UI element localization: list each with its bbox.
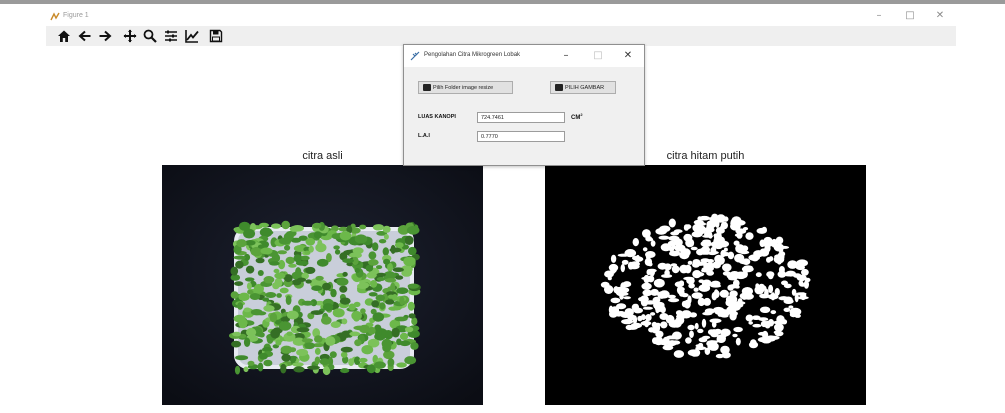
configure-subplots-button[interactable] (163, 28, 179, 44)
close-button[interactable]: ✕ (931, 9, 949, 23)
canopy-area-label: LUAS KANOPI (418, 114, 456, 120)
forward-button[interactable] (97, 28, 113, 44)
forward-arrow-icon (99, 30, 112, 42)
zoom-button[interactable] (142, 28, 158, 44)
top-border (0, 0, 1005, 4)
home-button[interactable] (56, 28, 72, 44)
save-button[interactable] (208, 28, 224, 44)
tk-feather-icon (410, 51, 420, 61)
canopy-area-field[interactable]: 724.7461 (477, 112, 565, 123)
subplots-config-icon (165, 30, 177, 42)
choose-image-label: PILIH GAMBAR (565, 84, 605, 91)
canopy-area-unit: CM2 (571, 112, 583, 121)
dialog-close-button[interactable]: ✕ (621, 49, 635, 63)
choose-image-button[interactable]: PILIH GAMBAR (550, 81, 616, 94)
back-arrow-icon (78, 30, 91, 42)
image-icon (555, 84, 563, 91)
dialog-title: Pengolahan Citra Mikrogreen Lobak (424, 52, 521, 58)
edit-axes-button[interactable] (184, 28, 200, 44)
back-button[interactable] (77, 28, 93, 44)
maximize-button[interactable]: □ (901, 9, 919, 23)
original-image (162, 165, 483, 405)
matplotlib-app-icon (50, 12, 60, 21)
home-icon (58, 30, 70, 42)
dialog-maximize-button[interactable]: □ (591, 49, 605, 63)
pan-button[interactable] (122, 28, 138, 44)
save-icon (209, 29, 223, 43)
lai-field[interactable]: 0.7770 (477, 131, 565, 142)
figure-title: Figure 1 (63, 12, 89, 19)
pan-icon (123, 29, 137, 43)
figure-titlebar: Figure 1 – □ ✕ (46, 6, 956, 26)
lai-label: L.A.I (418, 133, 430, 139)
choose-folder-label: Pilih Folder image resize (433, 84, 494, 91)
zoom-icon (143, 29, 157, 43)
minimize-button[interactable]: – (870, 9, 888, 23)
processing-dialog: Pengolahan Citra Mikrogreen Lobak – □ ✕ … (403, 44, 645, 166)
binary-image (545, 165, 866, 405)
matplotlib-toolbar (46, 26, 956, 46)
folder-icon (423, 84, 431, 91)
dialog-titlebar: Pengolahan Citra Mikrogreen Lobak – □ ✕ (404, 45, 644, 67)
edit-axes-icon (185, 30, 199, 43)
choose-folder-button[interactable]: Pilih Folder image resize (418, 81, 513, 94)
dialog-minimize-button[interactable]: – (559, 49, 573, 63)
